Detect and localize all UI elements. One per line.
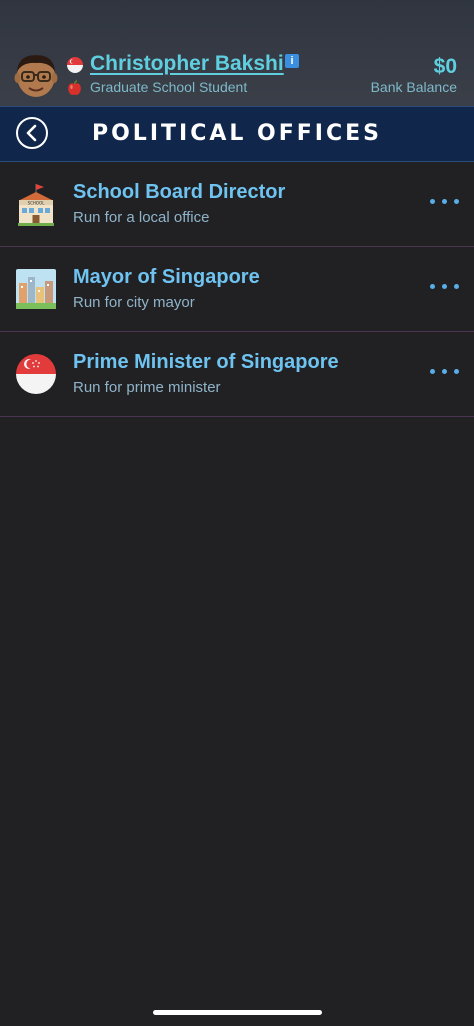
- city-icon: [16, 267, 56, 311]
- home-indicator[interactable]: [153, 1010, 322, 1015]
- svg-text:SCHOOL: SCHOOL: [28, 201, 46, 206]
- page-header: POLITICAL OFFICES: [0, 106, 474, 162]
- apple-icon: [66, 80, 83, 97]
- office-subtitle: Run for a local office: [73, 209, 210, 226]
- office-subtitle: Run for prime minister: [73, 379, 221, 396]
- offices-list: SCHOOL School Board Director Run for a l…: [0, 162, 474, 417]
- more-options-button[interactable]: [428, 362, 462, 382]
- page-title: POLITICAL OFFICES: [91, 121, 383, 146]
- office-title: Prime Minister of Singapore: [73, 351, 339, 373]
- avatar[interactable]: [14, 52, 58, 100]
- bank-balance-label: Bank Balance: [370, 79, 457, 95]
- more-options-button[interactable]: [428, 192, 462, 212]
- bank-balance-amount: $0: [433, 55, 457, 78]
- singapore-flag-icon: [16, 352, 56, 396]
- player-name-link[interactable]: Christopher Bakshi: [90, 52, 284, 76]
- list-item-school-board[interactable]: SCHOOL School Board Director Run for a l…: [0, 162, 474, 247]
- office-subtitle: Run for city mayor: [73, 294, 195, 311]
- list-item-prime-minister[interactable]: Prime Minister of Singapore Run for prim…: [0, 332, 474, 417]
- list-item-mayor[interactable]: Mayor of Singapore Run for city mayor: [0, 247, 474, 332]
- school-icon: SCHOOL: [16, 182, 56, 226]
- info-icon[interactable]: i: [285, 54, 299, 68]
- office-title: School Board Director: [73, 181, 286, 203]
- office-title: Mayor of Singapore: [73, 266, 260, 288]
- singapore-flag-icon: [66, 56, 84, 74]
- player-status: Graduate School Student: [90, 79, 248, 95]
- player-bar: Christopher Bakshi i Graduate School Stu…: [0, 0, 474, 106]
- more-options-button[interactable]: [428, 277, 462, 297]
